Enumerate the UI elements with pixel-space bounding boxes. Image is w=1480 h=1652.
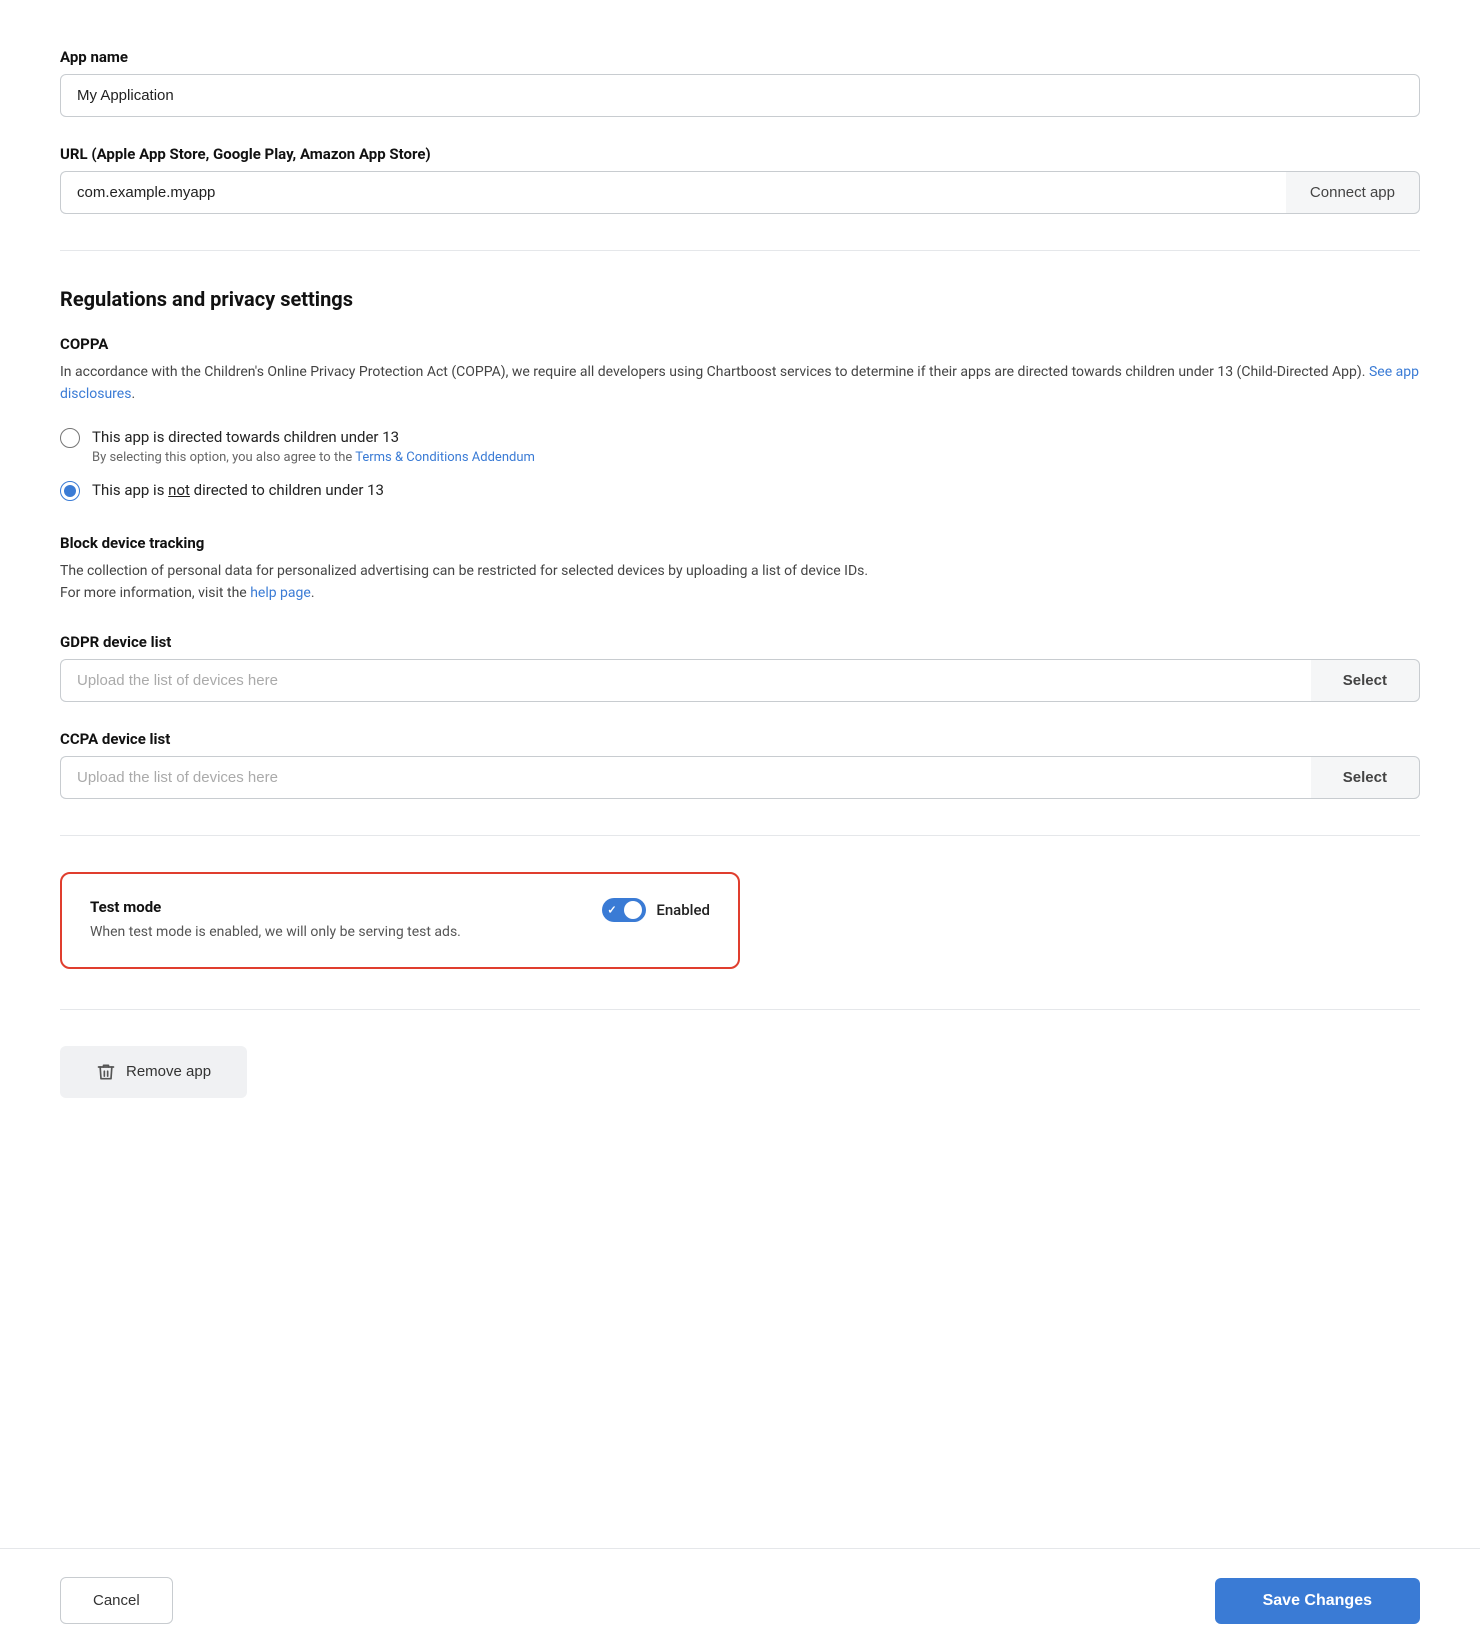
coppa-radio-sublabel-1: By selecting this option, you also agree… [92,450,535,465]
test-mode-toggle-label: Enabled [656,901,710,919]
divider-2 [60,835,1420,836]
test-mode-title: Test mode [90,898,570,916]
coppa-radio-input-2[interactable] [60,481,80,501]
connect-app-button[interactable]: Connect app [1286,171,1420,214]
cancel-button[interactable]: Cancel [60,1577,173,1624]
coppa-radio-label-2: This app is not directed to children und… [92,479,384,502]
coppa-radio-group: This app is directed towards children un… [60,426,1420,502]
trash-icon [96,1062,116,1082]
url-group: URL (Apple App Store, Google Play, Amazo… [60,145,1420,214]
app-name-input[interactable] [60,74,1420,117]
coppa-sub-heading: COPPA [60,335,1420,353]
main-content: App name URL (Apple App Store, Google Pl… [0,0,1480,1548]
coppa-section: COPPA In accordance with the Children's … [60,335,1420,502]
block-device-description: The collection of personal data for pers… [60,560,1420,605]
test-mode-toggle-area: ✓ Enabled [602,898,710,922]
divider-3 [60,1009,1420,1010]
remove-app-button[interactable]: Remove app [60,1046,247,1098]
ccpa-input[interactable] [60,756,1311,799]
gdpr-device-list-section: GDPR device list Select [60,633,1420,702]
test-mode-toggle[interactable]: ✓ [602,898,646,922]
coppa-description-text: In accordance with the Children's Online… [60,364,1365,380]
divider-1 [60,250,1420,251]
coppa-radio-input-1[interactable] [60,428,80,448]
page-wrapper: App name URL (Apple App Store, Google Pl… [0,0,1480,1652]
gdpr-input[interactable] [60,659,1311,702]
app-name-group: App name [60,48,1420,117]
remove-app-label: Remove app [126,1063,211,1080]
gdpr-label: GDPR device list [60,633,1420,651]
help-page-link[interactable]: help page [250,585,311,601]
coppa-radio-option-2[interactable]: This app is not directed to children und… [60,479,1420,502]
url-input[interactable] [60,171,1286,214]
test-mode-description: When test mode is enabled, we will only … [90,922,570,943]
save-changes-button[interactable]: Save Changes [1215,1578,1420,1624]
ccpa-device-list-section: CCPA device list Select [60,730,1420,799]
footer-bar: Cancel Save Changes [0,1548,1480,1652]
ccpa-field-wrapper: Select [60,756,1420,799]
regulations-section: Regulations and privacy settings COPPA I… [60,287,1420,799]
app-name-label: App name [60,48,1420,66]
gdpr-field-wrapper: Select [60,659,1420,702]
coppa-radio-label-1: This app is directed towards children un… [92,426,535,449]
test-mode-box: Test mode When test mode is enabled, we … [60,872,740,969]
coppa-description: In accordance with the Children's Online… [60,361,1420,406]
block-device-section: Block device tracking The collection of … [60,534,1420,605]
url-field-wrapper: Connect app [60,171,1420,214]
terms-conditions-link[interactable]: Terms & Conditions Addendum [355,450,535,465]
ccpa-label: CCPA device list [60,730,1420,748]
url-label: URL (Apple App Store, Google Play, Amazo… [60,145,1420,163]
test-mode-content: Test mode When test mode is enabled, we … [90,898,570,943]
ccpa-select-button[interactable]: Select [1311,756,1420,799]
coppa-radio-option-1[interactable]: This app is directed towards children un… [60,426,1420,466]
block-device-sub-heading: Block device tracking [60,534,1420,552]
toggle-slider: ✓ [602,898,646,922]
regulations-heading: Regulations and privacy settings [60,287,1420,311]
gdpr-select-button[interactable]: Select [1311,659,1420,702]
